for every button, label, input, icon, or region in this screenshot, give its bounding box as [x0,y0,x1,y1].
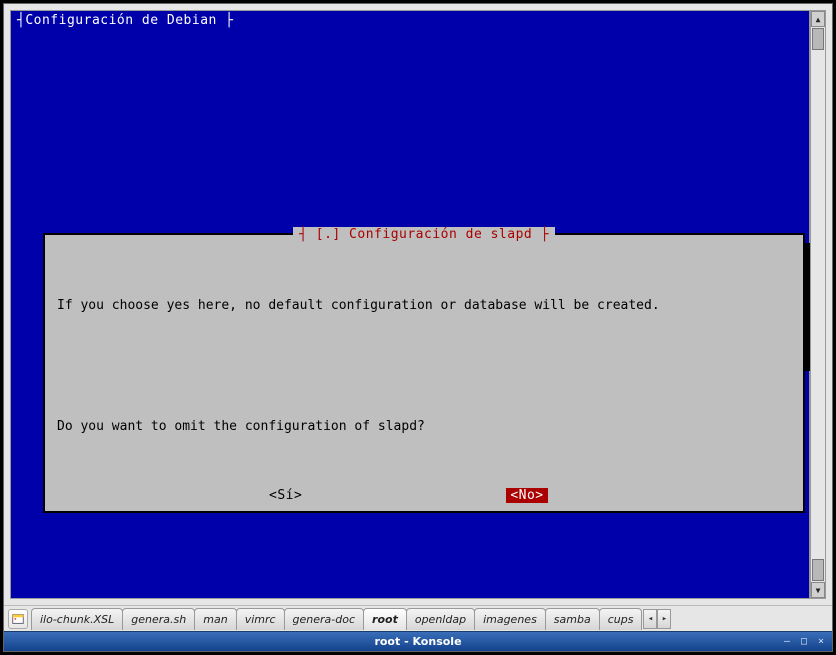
tab-ilo-chunk[interactable]: ilo-chunk.XSL [31,608,123,630]
tab-label: man [203,613,227,626]
tab-genera-doc[interactable]: genera-doc [284,608,364,630]
dialog-body: If you choose yes here, no default confi… [55,247,793,482]
tab-scroll-right[interactable]: ▸ [657,609,671,629]
minimize-button[interactable]: — [780,634,794,648]
tab-label: cups [608,613,634,626]
scroll-thumb-bottom[interactable] [812,559,824,581]
vertical-scrollbar[interactable]: ▲ ▼ [810,10,826,599]
close-button[interactable]: × [814,634,828,648]
tab-label: root [372,613,398,626]
maximize-button[interactable]: □ [797,634,811,648]
dialog-line-2: Do you want to omit the configuration of… [57,416,791,438]
tab-nav-arrows: ◂ ▸ [643,609,671,629]
yes-button[interactable]: <Sí> [265,488,306,503]
scroll-down-arrow[interactable]: ▼ [811,582,825,598]
scroll-thumb-top[interactable] [812,28,824,50]
terminal-screen[interactable]: ┤Configuración de Debian ├ ┤ [.] Configu… [10,10,810,599]
window-title: root - Konsole [374,635,461,648]
dialog-title-row: ┤ [.] Configuración de slapd ├ [45,227,803,242]
new-tab-icon[interactable] [8,609,28,629]
dialog-title-text: [.] Configuración de slapd [316,227,533,242]
no-button[interactable]: <No> [506,488,547,503]
dialog-line-1: If you choose yes here, no default confi… [57,295,791,317]
tab-label: genera.sh [131,613,186,626]
window-controls: — □ × [780,634,828,648]
scroll-track[interactable] [811,27,825,582]
tab-vimrc[interactable]: vimrc [236,608,285,630]
tab-label: ilo-chunk.XSL [40,613,114,626]
app-header-text: Configuración de Debian [25,13,217,28]
scroll-up-arrow[interactable]: ▲ [811,11,825,27]
window-title-bar[interactable]: root - Konsole — □ × [4,631,832,651]
tab-root[interactable]: root [363,608,407,630]
tab-genera-sh[interactable]: genera.sh [122,608,195,630]
dialog-buttons: <Sí> <No> [55,482,793,505]
tab-label: genera-doc [293,613,355,626]
tab-label: imagenes [483,613,537,626]
tab-samba[interactable]: samba [545,608,600,630]
konsole-window: ┤Configuración de Debian ├ ┤ [.] Configu… [3,3,833,652]
tab-label: openldap [415,613,466,626]
dialog-title: ┤ [.] Configuración de slapd ├ [293,227,555,242]
tab-man[interactable]: man [194,608,236,630]
app-header: ┤Configuración de Debian ├ [17,13,234,28]
tab-imagenes[interactable]: imagenes [474,608,546,630]
slapd-dialog: ┤ [.] Configuración de slapd ├ If you ch… [43,233,805,513]
tab-openldap[interactable]: openldap [406,608,475,630]
tab-label: samba [554,613,591,626]
terminal-container: ┤Configuración de Debian ├ ┤ [.] Configu… [4,4,832,605]
tab-scroll-left[interactable]: ◂ [643,609,657,629]
tab-cups[interactable]: cups [599,608,643,630]
tab-label: vimrc [245,613,276,626]
tab-strip: ilo-chunk.XSL genera.sh man vimrc genera… [4,605,832,631]
